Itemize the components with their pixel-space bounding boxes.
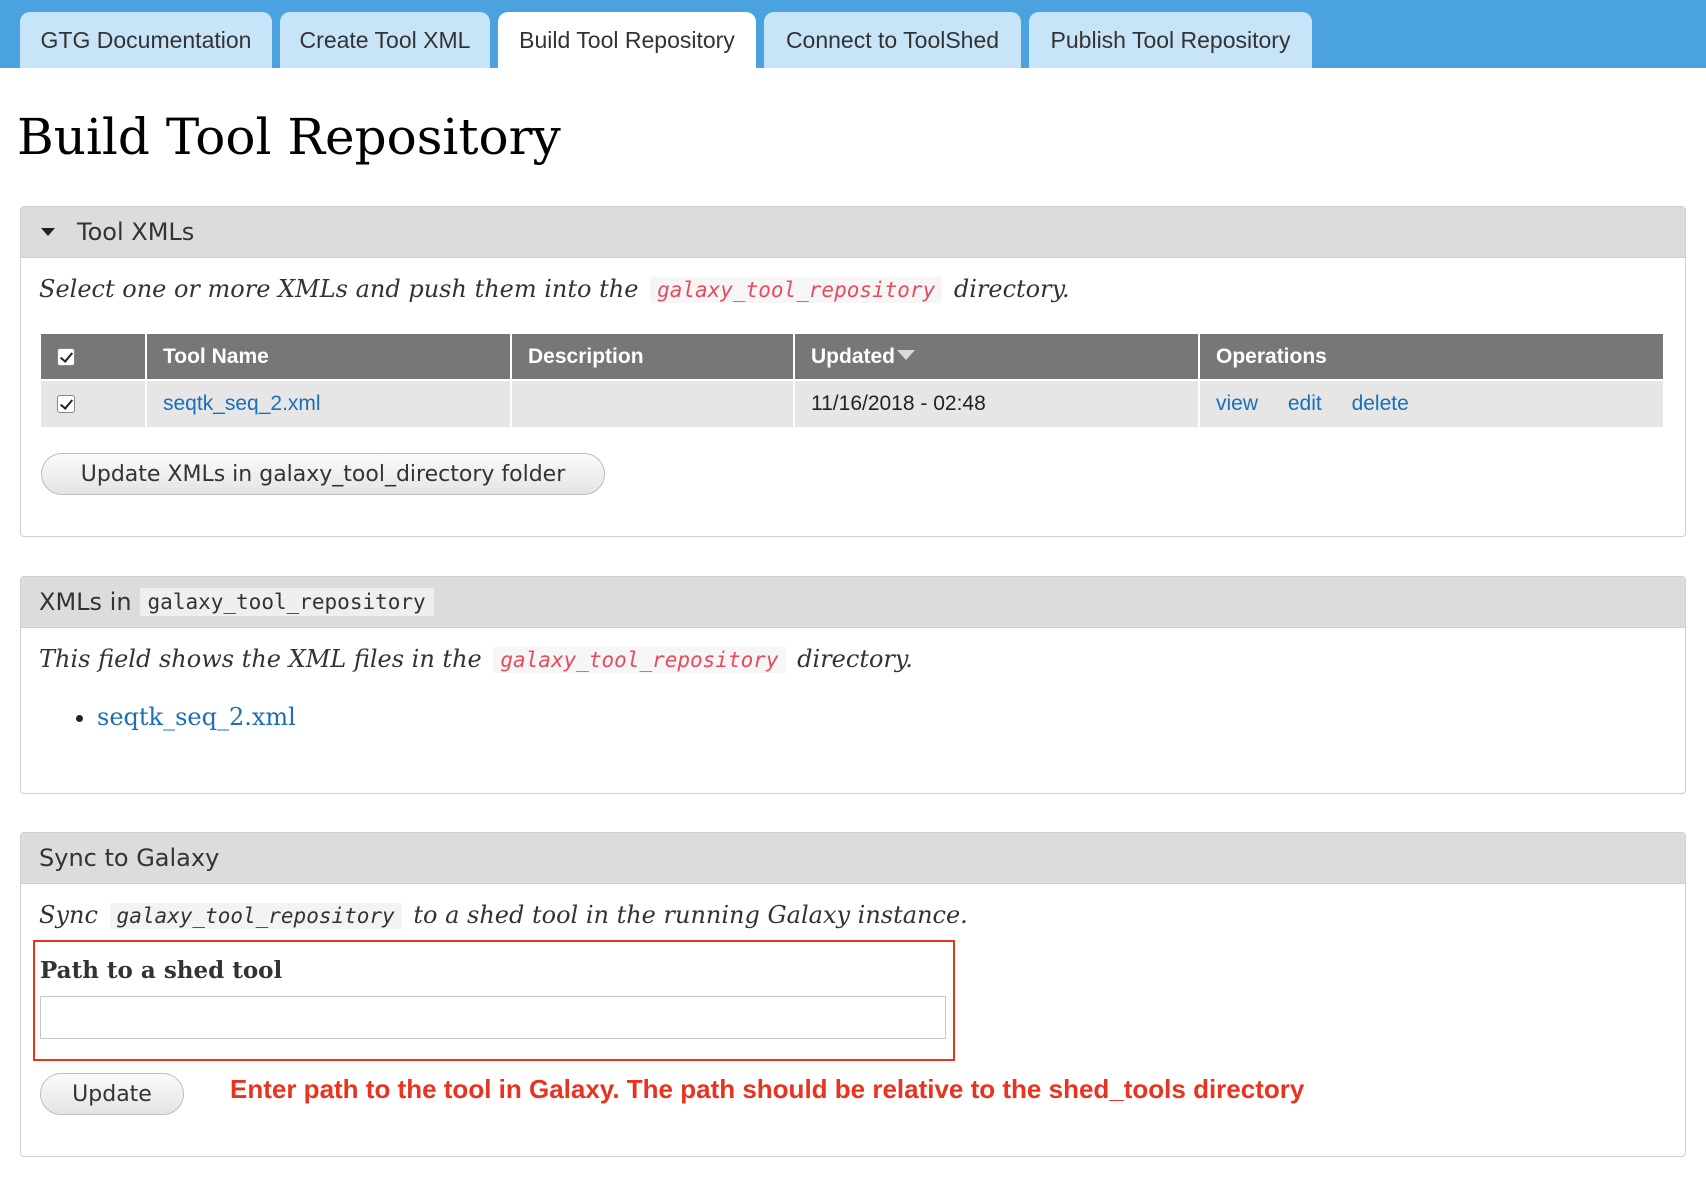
column-tool-name: Tool Name — [146, 334, 512, 380]
delete-link[interactable]: delete — [1352, 392, 1409, 415]
tab-publish-tool-repository[interactable]: Publish Tool Repository — [1029, 12, 1312, 68]
tool-xmls-header[interactable]: Tool XMLs — [21, 207, 1685, 258]
collapse-arrow-icon[interactable] — [41, 228, 55, 236]
xml-file-link[interactable]: seqtk_seq_2.xml — [97, 703, 296, 731]
instruction-annotation: Enter path to the tool in Galaxy. The pa… — [230, 1074, 1305, 1104]
row-updated-cell: 11/16/2018 - 02:48 — [794, 379, 1200, 427]
sync-header: Sync to Galaxy — [21, 833, 1685, 884]
row-tool-name-cell: seqtk_seq_2.xml — [146, 379, 512, 427]
select-all-checkbox[interactable] — [57, 347, 75, 366]
sort-desc-icon[interactable] — [897, 349, 915, 360]
edit-link[interactable]: edit — [1288, 392, 1322, 415]
column-updated[interactable]: Updated — [794, 334, 1200, 380]
column-description: Description — [511, 334, 795, 380]
table-row: seqtk_seq_2.xml 11/16/2018 - 02:48 view … — [41, 379, 1663, 427]
path-field-label: Path to a shed tool — [40, 957, 283, 984]
sync-description: Sync galaxy_tool_repository to a shed to… — [39, 901, 968, 929]
code-directory-name: galaxy_tool_repository — [493, 647, 786, 673]
xmls-in-header: XMLs in galaxy_tool_repository — [21, 577, 1685, 628]
tab-build-tool-repository[interactable]: Build Tool Repository — [498, 12, 756, 68]
update-button[interactable]: Update — [40, 1073, 184, 1115]
list-item: seqtk_seq_2.xml — [97, 703, 296, 731]
tool-xmls-title: Tool XMLs — [77, 218, 195, 246]
page-title: Build Tool Repository — [17, 108, 561, 166]
tool-name-link[interactable]: seqtk_seq_2.xml — [163, 392, 321, 415]
code-repository-name: galaxy_tool_repository — [109, 903, 402, 929]
code-repository-name: galaxy_tool_repository — [139, 588, 434, 616]
row-description-cell — [511, 379, 795, 427]
top-tab-bar: GTG Documentation Create Tool XML Build … — [0, 0, 1706, 68]
column-operations: Operations — [1199, 334, 1663, 380]
tool-xml-table: Tool Name Description Updated Operations… — [41, 334, 1663, 427]
xmls-in-repository-panel: XMLs in galaxy_tool_repository This fiel… — [20, 576, 1686, 794]
update-xmls-button[interactable]: Update XMLs in galaxy_tool_directory fol… — [41, 453, 605, 495]
view-link[interactable]: view — [1216, 392, 1258, 415]
row-select-cell[interactable] — [41, 379, 147, 427]
code-directory-name: galaxy_tool_repository — [650, 277, 943, 303]
select-all-header[interactable] — [41, 334, 147, 380]
row-checkbox[interactable] — [57, 395, 75, 414]
tab-create-tool-xml[interactable]: Create Tool XML — [280, 12, 490, 68]
row-operations-cell: view edit delete — [1199, 379, 1663, 427]
tool-xmls-panel: Tool XMLs Select one or more XMLs and pu… — [20, 206, 1686, 537]
tab-gtg-documentation[interactable]: GTG Documentation — [20, 12, 272, 68]
xml-file-list: seqtk_seq_2.xml — [73, 703, 296, 731]
xmls-in-description: This field shows the XML files in the ga… — [39, 645, 913, 673]
tool-xmls-description: Select one or more XMLs and push them in… — [39, 275, 1070, 303]
shed-tool-path-input[interactable] — [40, 996, 946, 1039]
tab-connect-to-toolshed[interactable]: Connect to ToolShed — [764, 12, 1021, 68]
